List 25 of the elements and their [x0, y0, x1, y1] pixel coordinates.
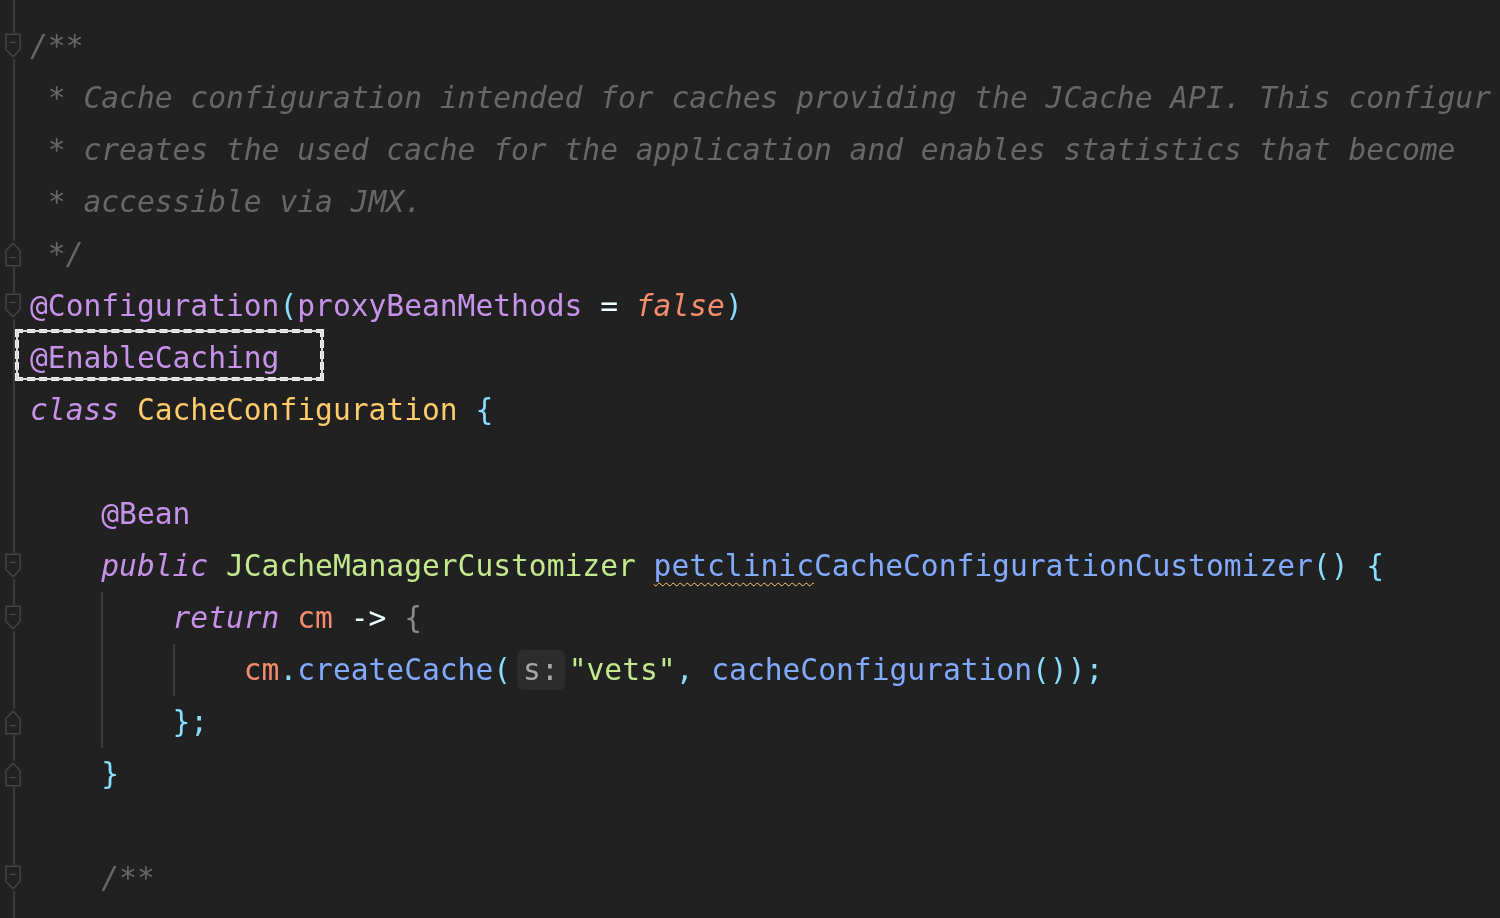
fold-icon[interactable]	[4, 33, 22, 59]
fold-icon[interactable]	[4, 553, 22, 579]
code-text: };	[172, 704, 209, 741]
code-text: @Configuration(proxyBeanMethods = false)	[30, 288, 743, 325]
code-text: class CacheConfiguration {	[30, 392, 494, 429]
code-text: /**	[101, 860, 155, 897]
parameter-hint: s:	[517, 650, 565, 690]
code-text: }	[101, 756, 120, 793]
unfold-end-icon[interactable]	[4, 761, 22, 787]
unfold-end-icon[interactable]	[4, 241, 22, 267]
code-text: public JCacheManagerCustomizer petclinicCacheConfigurationCustomizer() {	[101, 548, 1385, 585]
code-text: * accessible via JMX.	[46, 184, 422, 221]
code-text: @EnableCaching	[30, 341, 280, 375]
code-text: * Cache configuration intended for caches providing the JCache API. This configur	[46, 80, 1491, 117]
code-text: */	[46, 236, 84, 273]
fold-icon[interactable]	[4, 605, 22, 631]
code-text: @Bean	[101, 496, 191, 533]
code-text: "vets", cacheConfiguration());	[568, 652, 1104, 689]
code-text: return cm -> {	[172, 600, 422, 637]
code-text: cm.createCache(	[243, 652, 512, 689]
unfold-end-icon[interactable]	[4, 709, 22, 735]
fold-icon[interactable]	[4, 865, 22, 891]
code-text: /**	[30, 28, 84, 65]
fold-icon[interactable]	[4, 293, 22, 319]
code-text: * creates the used cache for the application and enables statistics that become	[46, 132, 1456, 169]
